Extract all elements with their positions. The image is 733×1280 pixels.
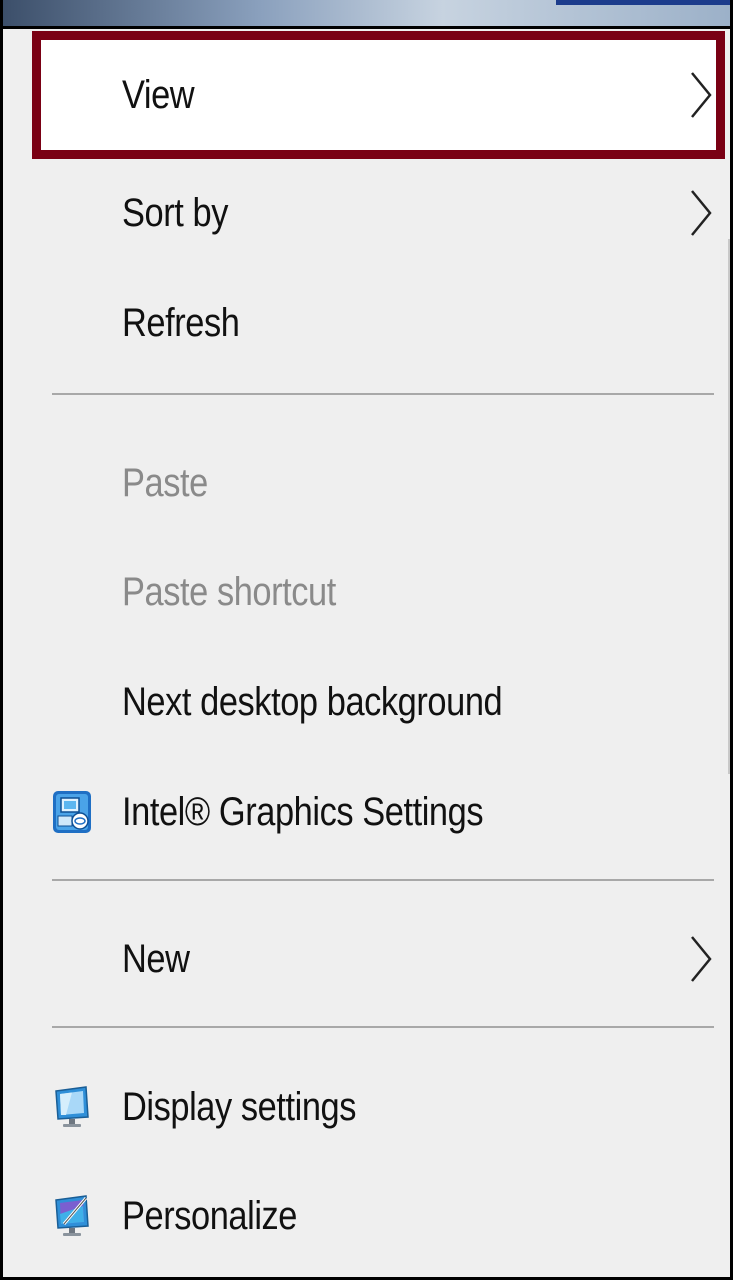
menu-item-intel-graphics-settings[interactable]: Intel® Graphics Settings bbox=[6, 762, 730, 862]
menu-item-paste[interactable]: Paste bbox=[6, 433, 730, 533]
desktop-background-strip bbox=[3, 0, 730, 29]
menu-item-refresh[interactable]: Refresh bbox=[6, 273, 730, 373]
taskbar-accent bbox=[556, 0, 730, 5]
menu-item-paste-shortcut[interactable]: Paste shortcut bbox=[6, 542, 730, 642]
chevron-right-icon bbox=[691, 190, 712, 236]
menu-item-label: New bbox=[122, 936, 190, 981]
menu-edge-line bbox=[728, 239, 730, 774]
personalize-icon bbox=[55, 1195, 89, 1236]
menu-separator bbox=[52, 393, 714, 395]
menu-item-label: Personalize bbox=[122, 1193, 298, 1238]
menu-item-next-desktop-background[interactable]: Next desktop background bbox=[6, 652, 730, 752]
menu-item-sort-by[interactable]: Sort by bbox=[6, 163, 730, 263]
chevron-right-icon bbox=[691, 72, 712, 118]
menu-item-label: Refresh bbox=[122, 300, 240, 345]
menu-item-personalize[interactable]: Personalize bbox=[6, 1166, 730, 1266]
chevron-right-icon bbox=[691, 936, 712, 982]
menu-item-label: Sort by bbox=[122, 190, 228, 235]
menu-separator bbox=[52, 879, 714, 881]
menu-item-label: Paste shortcut bbox=[122, 569, 336, 614]
menu-item-label: Intel® Graphics Settings bbox=[122, 789, 484, 834]
menu-item-label: View bbox=[122, 72, 195, 117]
menu-item-new[interactable]: New bbox=[6, 909, 730, 1009]
desktop-context-menu: View Sort by Refresh Paste Paste shortcu… bbox=[6, 29, 730, 1277]
menu-item-label: Display settings bbox=[122, 1084, 357, 1129]
menu-item-view[interactable]: View bbox=[6, 45, 730, 145]
display-settings-icon bbox=[55, 1086, 89, 1127]
screenshot-frame: View Sort by Refresh Paste Paste shortcu… bbox=[0, 0, 733, 1280]
menu-item-label: Paste bbox=[122, 460, 208, 505]
intel-graphics-icon bbox=[53, 791, 91, 833]
menu-separator bbox=[52, 1026, 714, 1028]
menu-item-display-settings[interactable]: Display settings bbox=[6, 1057, 730, 1157]
menu-item-label: Next desktop background bbox=[122, 679, 503, 724]
